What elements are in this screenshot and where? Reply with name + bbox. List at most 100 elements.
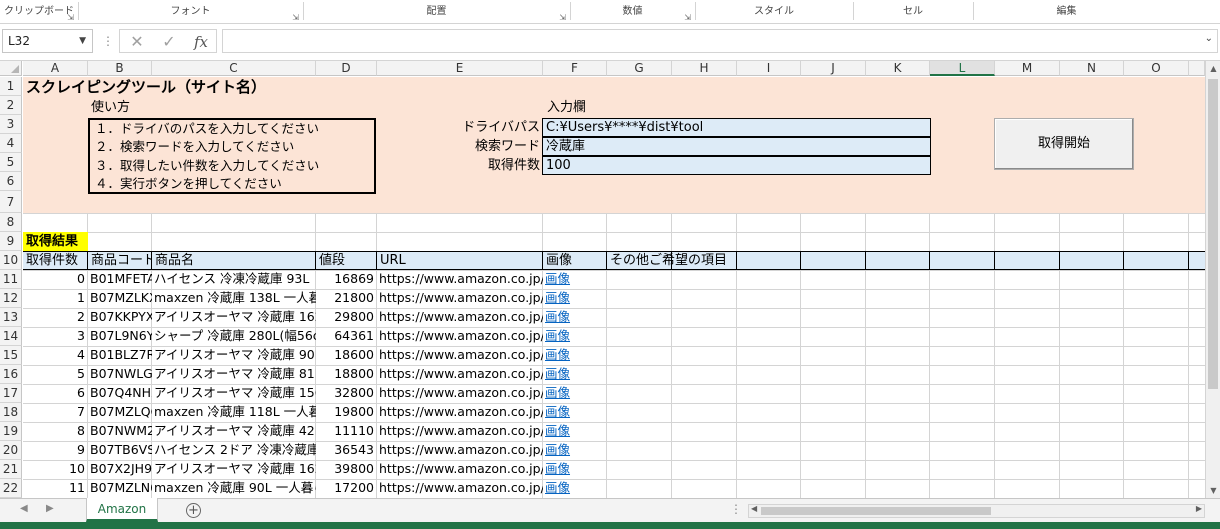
table-cell: 17200: [334, 480, 374, 495]
image-link[interactable]: 画像: [543, 346, 607, 364]
table-row: 11 B07MZLN6 maxzen 冷蔵庫 90L 一人暮ら 17200 https:…: [0, 479, 1205, 497]
formula-input[interactable]: ⌄: [222, 29, 1218, 53]
image-link[interactable]: 画像: [543, 384, 607, 402]
insert-function-icon[interactable]: fx: [186, 30, 216, 54]
image-link[interactable]: 画像: [543, 327, 607, 345]
next-sheet-icon[interactable]: ▶: [46, 503, 54, 514]
table-header-cell: その他ご希望の項目: [610, 253, 728, 268]
image-link[interactable]: 画像: [543, 422, 607, 440]
result-label: 取得結果: [23, 232, 88, 251]
cancel-icon[interactable]: ✕: [122, 30, 152, 54]
table-cell: ハイセンス 2ドア 冷凍冷蔵庫: [154, 442, 316, 457]
formula-bar: L32 ▼ ⋮ ✕ ✓ fx ⌄: [0, 25, 1220, 61]
table-header-cell: 取得件数: [26, 253, 79, 268]
prev-sheet-icon[interactable]: ◀: [20, 503, 28, 514]
row-header[interactable]: 2: [0, 96, 22, 115]
table-cell: 4: [77, 347, 85, 362]
column-header[interactable]: J: [801, 61, 866, 76]
image-link[interactable]: 画像: [543, 460, 607, 478]
image-link[interactable]: 画像: [543, 308, 607, 326]
fetch-count-field[interactable]: 100: [542, 156, 931, 175]
column-header[interactable]: B: [88, 61, 152, 76]
row-header[interactable]: 7: [0, 191, 22, 213]
row-header[interactable]: 8: [0, 213, 22, 232]
image-link[interactable]: 画像: [543, 403, 607, 421]
table-cell: https://www.amazon.co.jp/%E: [379, 328, 543, 343]
table-cell: B07Q4NH2: [90, 385, 152, 400]
chevron-down-icon[interactable]: ▼: [79, 30, 86, 52]
row-header[interactable]: 4: [0, 134, 22, 153]
worksheet-grid[interactable]: スクレイピングツール（サイト名） 使い方 １．ドライバのパスを入力してください …: [0, 61, 1205, 498]
column-header[interactable]: O: [1124, 61, 1189, 76]
column-header[interactable]: E: [377, 61, 543, 76]
vertical-scrollbar[interactable]: ▲ ▼: [1205, 61, 1220, 498]
column-header[interactable]: A: [23, 61, 88, 76]
driver-path-field[interactable]: C:¥Users¥****¥dist¥tool: [542, 118, 931, 137]
column-header[interactable]: I: [737, 61, 801, 76]
image-link[interactable]: 画像: [543, 270, 607, 288]
ribbon-group-name: フォント: [170, 6, 211, 17]
table-cell: B07KKPYXY: [90, 309, 152, 324]
table-row: 6 B07Q4NH2アイリスオーヤマ 冷蔵庫 156 32800 https://ww…: [0, 384, 1205, 402]
table-row: 0 B01MFETAKハイセンス 冷凍冷蔵庫 93L 16869 https://ww…: [0, 270, 1205, 288]
table-cell: 18600: [334, 347, 374, 362]
start-fetch-button[interactable]: 取得開始: [994, 118, 1134, 170]
table-cell: B01BLZ7RH: [90, 347, 152, 362]
table-cell: https://www.amazon.co.jp/H: [379, 271, 543, 286]
search-word-field[interactable]: 冷蔵庫: [542, 137, 931, 156]
table-cell: 36543: [334, 442, 374, 457]
ribbon-separator: [695, 2, 696, 20]
image-link[interactable]: 画像: [543, 479, 607, 497]
table-cell: 29800: [334, 309, 374, 324]
header-separator: [929, 251, 930, 270]
enter-icon[interactable]: ✓: [154, 30, 184, 54]
ribbon-separator: [78, 2, 79, 20]
scroll-left-icon[interactable]: ◀: [751, 504, 757, 513]
row-header[interactable]: 5: [0, 153, 22, 172]
expand-formula-icon[interactable]: ⌄: [1205, 33, 1213, 44]
image-link[interactable]: 画像: [543, 289, 607, 307]
name-box[interactable]: L32 ▼: [2, 29, 93, 53]
row-header[interactable]: 3: [0, 115, 22, 134]
column-header[interactable]: M: [995, 61, 1060, 76]
select-all-corner[interactable]: [0, 61, 22, 76]
horizontal-scroll-thumb[interactable]: [761, 507, 991, 515]
header-separator: [994, 251, 995, 270]
ribbon-group-label: 編集: [973, 0, 1160, 22]
sheet-tab-amazon[interactable]: Amazon: [86, 498, 158, 522]
row-header[interactable]: 1: [0, 77, 22, 96]
table-cell: アイリスオーヤマ 冷蔵庫 156: [154, 385, 316, 400]
table-cell: B07MZLQC: [90, 404, 152, 419]
image-link[interactable]: 画像: [543, 441, 607, 459]
table-cell: B07NWM2Z: [90, 423, 152, 438]
table-cell: 11110: [334, 423, 374, 438]
column-header[interactable]: H: [672, 61, 737, 76]
column-header[interactable]: [1189, 61, 1205, 76]
ribbon-separator: [303, 2, 304, 20]
ribbon-group-name: 編集: [1056, 6, 1077, 17]
table-cell: 39800: [334, 461, 374, 476]
table-row: 8 B07NWM2Zアイリスオーヤマ 冷蔵庫 42L 11110 https://ww…: [0, 422, 1205, 440]
column-header[interactable]: D: [316, 61, 377, 76]
row-header[interactable]: 9: [0, 232, 22, 251]
horizontal-scrollbar[interactable]: ◀ ▶: [748, 504, 1205, 518]
table-cell: アイリスオーヤマ 冷蔵庫 162: [154, 309, 316, 324]
column-header[interactable]: K: [866, 61, 930, 76]
vertical-scroll-thumb[interactable]: [1208, 79, 1218, 389]
scroll-up-icon[interactable]: ▲: [1206, 61, 1220, 76]
image-link[interactable]: 画像: [543, 365, 607, 383]
table-row: 2 B07KKPYXYアイリスオーヤマ 冷蔵庫 162 29800 https://w…: [0, 308, 1205, 326]
column-header[interactable]: C: [152, 61, 316, 76]
grid-line: [23, 213, 1205, 214]
row-header[interactable]: 6: [0, 172, 22, 191]
column-header[interactable]: G: [607, 61, 672, 76]
column-header[interactable]: L: [930, 61, 995, 76]
add-sheet-icon[interactable]: +: [186, 503, 201, 518]
row-header[interactable]: 10: [0, 251, 22, 270]
column-header[interactable]: F: [543, 61, 607, 76]
table-cell: アイリスオーヤマ 冷蔵庫 90L: [154, 347, 316, 362]
scroll-right-icon[interactable]: ▶: [1196, 504, 1202, 513]
column-header[interactable]: N: [1060, 61, 1124, 76]
scroll-down-icon[interactable]: ▼: [1206, 483, 1220, 498]
formula-buttons: ✕ ✓ fx: [119, 29, 217, 53]
